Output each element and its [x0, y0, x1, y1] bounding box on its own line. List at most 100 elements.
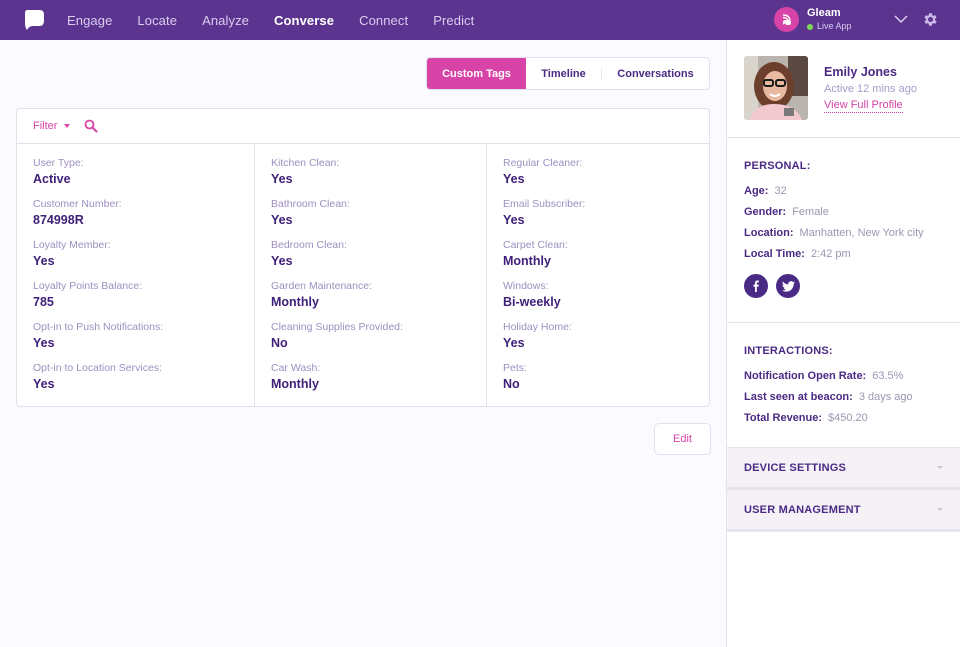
- tag-field: Email Subscriber: Yes: [503, 197, 693, 238]
- tag-value: No: [503, 377, 520, 391]
- tag-label: Windows:: [503, 280, 549, 292]
- tag-value: Yes: [33, 254, 55, 268]
- tag-label: Holiday Home:: [503, 321, 572, 333]
- personal-row: Gender: Female: [744, 202, 943, 223]
- app-info: Gleam Live App: [807, 8, 852, 31]
- tab-conversations[interactable]: Conversations: [602, 58, 709, 89]
- user-profile-panel: Emily Jones Active 12 mins ago View Full…: [726, 40, 960, 647]
- tag-value: Yes: [503, 172, 525, 186]
- app-status-text: Live App: [817, 21, 852, 31]
- twitter-icon: [781, 280, 795, 292]
- interaction-key: Total Revenue:: [744, 412, 823, 424]
- tab-timeline[interactable]: Timeline: [526, 58, 601, 89]
- tag-field: Cleaning Supplies Provided: No: [271, 320, 470, 361]
- avatar: [744, 56, 808, 120]
- tag-column: User Type: Active Customer Number: 874998R…: [17, 144, 255, 407]
- interaction-key: Last seen at beacon:: [744, 391, 853, 403]
- interaction-value: 3 days ago: [858, 391, 913, 403]
- tag-column: Regular Cleaner: Yes Email Subscriber: Yes…: [487, 144, 709, 407]
- tag-field: Kitchen Clean: Yes: [271, 156, 470, 197]
- caret-down-icon: [937, 508, 943, 511]
- gear-icon[interactable]: [922, 11, 939, 28]
- nav-item-locate[interactable]: Locate: [137, 13, 177, 28]
- tab-custom-tags[interactable]: Custom Tags: [427, 58, 526, 89]
- logo-icon[interactable]: [23, 8, 45, 32]
- tag-field: Holiday Home: Yes: [503, 320, 693, 361]
- tag-field: Bathroom Clean: Yes: [271, 197, 470, 238]
- filter-dropdown[interactable]: Filter: [33, 120, 71, 132]
- tag-field: Loyalty Member: Yes: [33, 238, 238, 279]
- nav-item-predict[interactable]: Predict: [433, 13, 474, 28]
- tag-label: Car Wash:: [271, 362, 321, 374]
- app-avatar: [774, 7, 799, 32]
- tag-label: Kitchen Clean:: [271, 157, 340, 169]
- facebook-button[interactable]: [744, 274, 768, 298]
- tag-field: Pets: No: [503, 361, 693, 402]
- tag-label: Customer Number:: [33, 198, 122, 210]
- device-settings-accordion[interactable]: DEVICE SETTINGS: [727, 448, 960, 490]
- tag-field: Garden Maintenance: Monthly: [271, 279, 470, 320]
- tag-value: No: [271, 336, 288, 350]
- caret-down-icon: [64, 124, 71, 128]
- tag-field: Windows: Bi-weekly: [503, 279, 693, 320]
- tag-value: 785: [33, 295, 54, 309]
- tag-field: Regular Cleaner: Yes: [503, 156, 693, 197]
- tag-value: Monthly: [271, 377, 319, 391]
- twitter-button[interactable]: [776, 274, 800, 298]
- facebook-icon: [753, 280, 759, 292]
- tag-label: Opt-in to Location Services:: [33, 362, 162, 374]
- app-name: Gleam: [807, 7, 841, 19]
- interaction-row: Total Revenue: $450.20: [744, 408, 943, 429]
- card-toolbar: Filter: [17, 109, 709, 144]
- tag-value: Monthly: [503, 254, 551, 268]
- personal-value: 32: [774, 185, 787, 197]
- app-switcher[interactable]: Gleam Live App: [774, 7, 852, 32]
- tag-label: Regular Cleaner:: [503, 157, 583, 169]
- nav-item-analyze[interactable]: Analyze: [202, 13, 249, 28]
- chevron-down-icon[interactable]: [893, 13, 909, 25]
- profile-last-active: Active 12 mins ago: [824, 83, 917, 95]
- tag-value: Bi-weekly: [503, 295, 561, 309]
- tag-value: Yes: [33, 336, 55, 350]
- tag-value: Yes: [33, 377, 55, 391]
- tag-value: Monthly: [271, 295, 319, 309]
- tag-label: Opt-in to Push Notifications:: [33, 321, 164, 333]
- nav-item-connect[interactable]: Connect: [359, 13, 408, 28]
- status-dot-icon: [807, 23, 813, 30]
- tag-field: Customer Number: 874998R: [33, 197, 238, 238]
- custom-tags-card: Filter User Type: Active Customer Number:…: [16, 108, 710, 407]
- personal-value: Female: [792, 206, 829, 218]
- interaction-value: $450.20: [828, 412, 868, 424]
- accordion-title: USER MANAGEMENT: [744, 503, 861, 516]
- tag-field: Carpet Clean: Monthly: [503, 238, 693, 279]
- tag-field: Opt-in to Push Notifications: Yes: [33, 320, 238, 361]
- edit-button[interactable]: Edit: [654, 423, 711, 455]
- tag-label: Email Subscriber:: [503, 198, 586, 210]
- tag-field: Loyalty Points Balance: 785: [33, 279, 238, 320]
- tag-label: Pets:: [503, 362, 527, 374]
- nav-item-engage[interactable]: Engage: [67, 13, 112, 28]
- personal-value: Manhatten, New York city: [799, 227, 924, 239]
- social-links: [744, 274, 943, 298]
- interaction-row: Notification Open Rate: 63.5%: [744, 366, 943, 387]
- personal-title: PERSONAL:: [744, 160, 811, 172]
- tag-field: Opt-in to Location Services: Yes: [33, 361, 238, 402]
- search-icon[interactable]: [84, 119, 98, 133]
- personal-key: Local Time:: [744, 248, 805, 260]
- profile-header: Emily Jones Active 12 mins ago View Full…: [727, 40, 960, 138]
- accordion-title: DEVICE SETTINGS: [744, 461, 847, 474]
- nav-item-converse[interactable]: Converse: [274, 13, 334, 28]
- user-photo-icon: [744, 56, 808, 120]
- view-full-profile-link[interactable]: View Full Profile: [824, 99, 903, 113]
- personal-row: Location: Manhatten, New York city: [744, 223, 943, 244]
- user-management-accordion[interactable]: USER MANAGEMENT: [727, 490, 960, 532]
- tag-value: Yes: [503, 213, 525, 227]
- personal-section: PERSONAL: Age: 32 Gender: Female Location:…: [727, 138, 960, 323]
- personal-key: Age:: [744, 185, 769, 197]
- tag-columns: User Type: Active Customer Number: 874998R…: [17, 144, 709, 407]
- tag-column: Kitchen Clean: Yes Bathroom Clean: Yes Bed…: [255, 144, 487, 407]
- view-tabs: Custom Tags Timeline Conversations: [426, 57, 710, 90]
- tag-value: Yes: [503, 336, 525, 350]
- tag-label: Carpet Clean:: [503, 239, 568, 251]
- top-navigation: Engage Locate Analyze Converse Connect P…: [0, 0, 960, 40]
